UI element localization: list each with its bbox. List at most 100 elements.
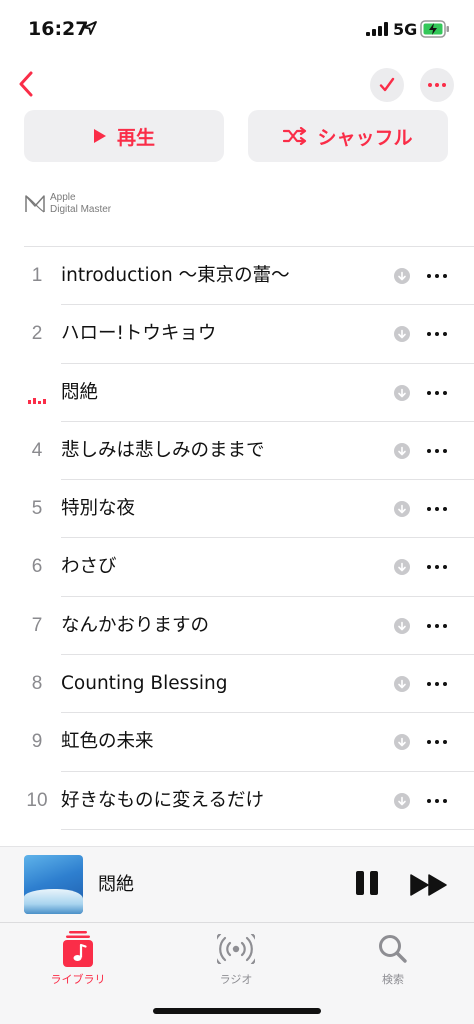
track-row[interactable]: 7 なんかおりますの	[0, 597, 474, 656]
music-note-library-icon	[63, 931, 93, 967]
track-title: Counting Blessing	[61, 673, 228, 695]
downloaded-icon	[394, 617, 410, 634]
pause-bar	[370, 871, 378, 895]
ellipsis-icon	[427, 274, 447, 278]
play-icon	[93, 129, 106, 143]
badge-line-2: Digital Master	[50, 204, 112, 215]
track-row[interactable]: 6 わさび	[0, 538, 474, 597]
badge-line-1: Apple	[50, 192, 76, 203]
track-more-button[interactable]	[424, 616, 450, 636]
signal-bars-icon	[366, 22, 388, 36]
tab-search[interactable]: 検索	[343, 931, 443, 987]
downloaded-icon	[394, 501, 410, 518]
track-row[interactable]: 悶絶	[0, 364, 474, 422]
tab-radio[interactable]: ラジオ	[186, 931, 286, 987]
network-type: 5G	[393, 20, 418, 39]
shuffle-label: シャッフル	[317, 126, 413, 149]
nav-bar	[0, 58, 474, 110]
status-time: 16:27	[28, 18, 89, 40]
tab-search-label: 検索	[382, 973, 404, 986]
add-to-library-button[interactable]	[370, 68, 404, 102]
track-number: 9	[31, 731, 43, 753]
battery-charging-icon	[420, 20, 449, 38]
shuffle-button[interactable]: シャッフル	[248, 110, 448, 162]
track-number: 1	[31, 265, 43, 286]
fast-forward-icon[interactable]	[410, 873, 448, 897]
radio-waves-icon	[217, 934, 255, 964]
track-number: 4	[31, 439, 43, 461]
downloaded-icon	[394, 792, 410, 809]
ellipsis-icon	[428, 83, 446, 87]
search-icon	[379, 935, 407, 963]
track-number: 6	[31, 556, 43, 578]
track-more-button[interactable]	[424, 791, 450, 811]
location-arrow-icon	[83, 21, 97, 35]
track-title: なんかおりますの	[61, 614, 210, 636]
track-row[interactable]: 1 introduction 〜東京の蕾〜	[0, 247, 474, 306]
home-indicator	[153, 1008, 321, 1014]
pause-bar	[356, 871, 364, 895]
track-more-button[interactable]	[424, 266, 450, 286]
downloaded-icon	[394, 676, 410, 693]
artwork-wave-shape	[24, 889, 83, 914]
track-more-button[interactable]	[424, 441, 450, 461]
shuffle-icon	[283, 127, 307, 145]
track-row[interactable]: 5 特別な夜	[0, 480, 474, 539]
play-button[interactable]: 再生	[24, 110, 224, 162]
downloaded-icon	[394, 559, 410, 576]
row-divider	[61, 828, 474, 830]
tab-library[interactable]: ライブラリ	[28, 931, 128, 987]
play-label: 再生	[116, 126, 155, 149]
album-artwork[interactable]	[24, 855, 83, 914]
checkmark-icon	[379, 77, 395, 92]
ellipsis-icon	[427, 448, 447, 453]
ellipsis-icon	[427, 507, 447, 512]
track-more-button[interactable]	[424, 674, 450, 694]
tab-radio-label: ラジオ	[219, 973, 253, 986]
back-button[interactable]	[8, 66, 44, 102]
track-row[interactable]: 2 ハロー!トウキョウ	[0, 305, 474, 364]
equalizer-bar	[43, 398, 46, 404]
track-title: ハロー!トウキョウ	[61, 323, 217, 345]
track-number: 2	[31, 323, 43, 345]
track-list: 1 introduction 〜東京の蕾〜 2 ハロー!トウキョウ 悶絶 4 悲しみは悲しみ…	[0, 247, 474, 830]
downloaded-icon	[394, 734, 410, 751]
status-bar: 16:27 5G	[0, 0, 474, 58]
track-title: わさび	[61, 556, 117, 578]
more-options-button[interactable]	[420, 68, 454, 102]
track-title: 虹色の未来	[61, 731, 154, 753]
track-number: 7	[31, 614, 43, 636]
ellipsis-icon	[427, 390, 447, 395]
ellipsis-icon	[427, 798, 447, 803]
track-title: 悶絶	[61, 381, 99, 403]
equalizer-bar	[38, 400, 41, 404]
mini-player[interactable]: 悶絶	[0, 846, 474, 922]
ellipsis-icon	[427, 682, 447, 687]
now-playing-title[interactable]: 悶絶	[98, 847, 134, 923]
track-number: 5	[31, 498, 43, 520]
ellipsis-icon	[427, 332, 447, 337]
track-more-button[interactable]	[424, 732, 450, 752]
downloaded-icon	[394, 326, 410, 343]
chevron-left-icon	[19, 71, 33, 97]
track-row[interactable]: 9 虹色の未来	[0, 713, 474, 772]
track-row[interactable]: 8 Counting Blessing	[0, 655, 474, 714]
digital-master-icon	[25, 195, 45, 213]
track-row[interactable]: 10 好きなものに変えるだけ	[0, 772, 474, 830]
track-title: 特別な夜	[61, 498, 136, 520]
equalizer-bar	[33, 397, 36, 404]
track-more-button[interactable]	[424, 557, 450, 577]
ellipsis-icon	[427, 565, 447, 570]
track-title: introduction 〜東京の蕾〜	[61, 265, 290, 286]
track-title: 悲しみは悲しみのままで	[61, 439, 265, 461]
downloaded-icon	[394, 442, 410, 459]
pause-button[interactable]	[354, 871, 380, 899]
track-number: 10	[26, 789, 48, 811]
now-playing-indicator-icon	[28, 397, 46, 404]
track-more-button[interactable]	[424, 324, 450, 344]
track-more-button[interactable]	[424, 499, 450, 519]
tab-library-label: ライブラリ	[50, 973, 106, 986]
track-row[interactable]: 4 悲しみは悲しみのままで	[0, 422, 474, 481]
ellipsis-icon	[427, 623, 447, 628]
track-more-button[interactable]	[424, 383, 450, 403]
